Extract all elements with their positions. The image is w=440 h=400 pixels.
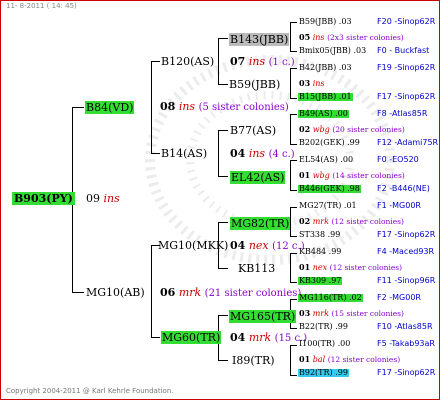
gen4-father-source-4: F1 -MG00R xyxy=(377,201,421,210)
gen4-mother-3: B446(GEK) .98 xyxy=(298,184,361,193)
gen4-father-6: MG116(TR) .02 xyxy=(298,293,363,302)
gen4-father-1: B42(JBB) .03 xyxy=(299,63,352,72)
gen3-node-4[interactable]: MG82(TR) xyxy=(230,217,291,230)
gen4-mother-0: Bmix05(JBB) .03 xyxy=(299,46,367,55)
gen4-info-5: 01 nex (12 sister colonies) xyxy=(299,262,403,272)
gen4-father-source-3: F0 -EO520 xyxy=(377,155,419,164)
gen2-info-3: 04 mrk (15 c.) xyxy=(230,331,308,344)
gen4-father-3: EL54(AS) .00 xyxy=(299,155,354,164)
copyright: Copyright 2004-2011 @ Karl Kehrle Founda… xyxy=(6,387,174,395)
gen3-node-6[interactable]: MG165(TR) xyxy=(229,310,297,323)
gen2-info-2: 04 nex (12 c.) xyxy=(230,239,305,252)
timestamp: 11- 8-2011 ( 14: 45) xyxy=(6,2,77,10)
gen4-father-7: I100(TR) .00 xyxy=(299,339,351,348)
gen1-father[interactable]: B84(VD) xyxy=(85,101,135,114)
gen4-info-2: 02 wbg (20 sister colonies) xyxy=(299,124,405,134)
gen4-father-source-6: F2 -MG00R xyxy=(377,293,421,302)
gen4-mother-source-2: F12 -Adami75R xyxy=(377,138,439,147)
gen2-node-2[interactable]: MG10(MKK) xyxy=(158,240,228,251)
gen4-father-2: B49(AS) .00 xyxy=(298,109,349,118)
gen4-mother-source-5: F11 -Sinop96R xyxy=(377,276,436,285)
gen4-mother-source-6: F10 -Atlas85R xyxy=(377,322,433,331)
gen4-mother-2: B202(GEK) .99 xyxy=(299,138,360,147)
root-queen[interactable]: B903(PY) xyxy=(12,192,75,205)
gen4-info-3: 01 wbg (14 sister colonies) xyxy=(299,170,405,180)
gen2-info-0: 07 ins (1 c.) xyxy=(230,55,295,68)
gen4-mother-source-7: F17 -Sinop62R xyxy=(377,368,436,377)
gen4-info-6: 03 mrk (15 sister colonies) xyxy=(299,308,404,318)
gen4-father-source-7: F5 -Takab93aR xyxy=(377,339,435,348)
gen4-info-7: 01 bal (12 sister colonies) xyxy=(299,354,401,364)
gen1-father-info: 08 ins (5 sister colonies) xyxy=(160,100,289,113)
gen4-father-source-2: F8 -Atlas85R xyxy=(377,109,428,118)
gen4-info-4: 02 mrk (12 sister colonies) xyxy=(299,216,404,226)
root-year: 09 ins xyxy=(86,192,120,205)
gen2-node-0[interactable]: B120(AS) xyxy=(161,56,214,67)
gen4-father-5: KB484 .99 xyxy=(299,247,342,256)
gen4-father-4: MG27(TR) .01 xyxy=(299,201,357,210)
gen4-mother-source-1: F17 -Sinop62R xyxy=(377,92,436,101)
gen1-mother-info: 06 mrk (21 sister colonies) xyxy=(160,286,302,299)
gen4-mother-4: ST338 .99 xyxy=(299,230,341,239)
gen4-info-1: 03 ins xyxy=(299,78,325,88)
gen4-mother-source-0: F0 - Buckfast xyxy=(377,46,430,55)
gen3-node-5[interactable]: KB113 xyxy=(238,263,275,274)
gen4-father-source-5: F4 -Maced93R xyxy=(377,247,435,256)
gen3-node-0[interactable]: B143(JBB) xyxy=(229,33,290,46)
gen4-mother-5: KB309 .97 xyxy=(298,276,343,285)
gen3-node-2[interactable]: B77(AS) xyxy=(230,125,276,136)
gen3-node-3[interactable]: EL42(AS) xyxy=(230,171,286,184)
gen1-mother[interactable]: MG10(AB) xyxy=(86,287,145,298)
gen4-info-0: 05 ins (2x3 sister colonies) xyxy=(299,32,404,42)
gen3-node-7[interactable]: I89(TR) xyxy=(232,355,275,366)
gen4-mother-source-4: F17 -Sinop62R xyxy=(377,230,436,239)
gen4-mother-source-3: F2 -B446(NE) xyxy=(377,184,430,193)
gen2-node-3[interactable]: MG60(TR) xyxy=(161,331,222,344)
gen2-node-1[interactable]: B14(AS) xyxy=(161,148,207,159)
gen4-mother-7: B92(TR) .99 xyxy=(298,368,349,377)
gen4-father-source-1: F19 -Sinop62R xyxy=(377,63,436,72)
gen4-mother-6: B22(TR) .99 xyxy=(299,322,348,331)
gen4-father-0: B59(JBB) .03 xyxy=(299,17,352,26)
gen4-mother-1: B15(JBB) .01 xyxy=(298,92,353,101)
gen2-info-1: 04 ins (4 c.) xyxy=(230,147,295,160)
gen3-node-1[interactable]: B59(JBB) xyxy=(229,79,280,90)
gen4-father-source-0: F20 -Sinop62R xyxy=(377,17,436,26)
